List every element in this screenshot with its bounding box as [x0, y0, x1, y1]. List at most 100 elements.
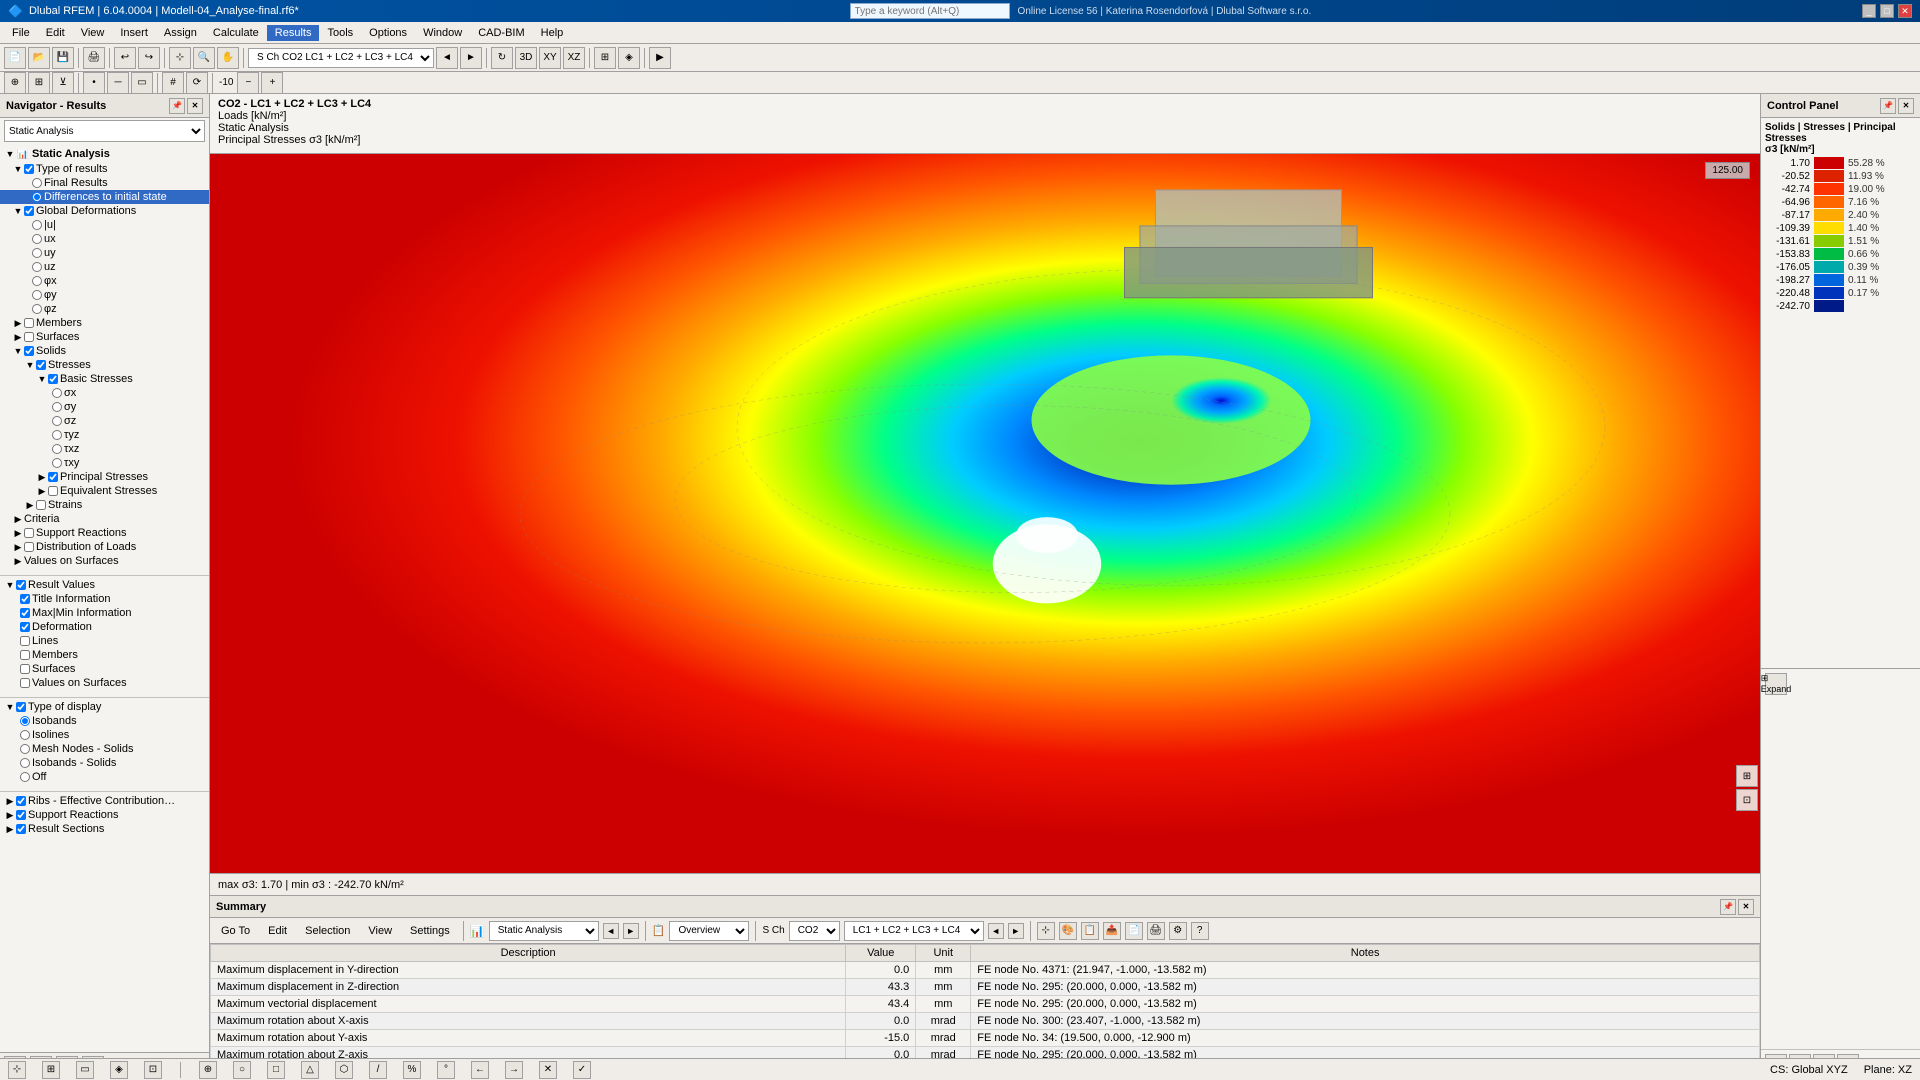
help-summary-btn[interactable]: ?	[1191, 922, 1209, 940]
stress-sy[interactable]: σy	[52, 400, 209, 414]
final-results-radio[interactable]	[32, 178, 42, 188]
view3d-button[interactable]: 3D	[515, 47, 537, 69]
solids-item[interactable]: ▼ Solids	[0, 344, 209, 358]
deformation-check[interactable]	[20, 622, 30, 632]
rotate-button[interactable]: ↻	[491, 47, 513, 69]
deform-uy-item[interactable]: uy	[32, 246, 209, 260]
members-check[interactable]	[24, 318, 34, 328]
basic-stresses-check[interactable]	[48, 374, 58, 384]
select-button[interactable]: ⊹	[169, 47, 191, 69]
deform-uz-radio[interactable]	[32, 262, 42, 272]
principal-stresses-item[interactable]: ▶ Principal Stresses	[0, 470, 209, 484]
deform-phix-item[interactable]: φx	[32, 274, 209, 288]
differences-item[interactable]: Differences to initial state	[0, 190, 209, 204]
stress-txz[interactable]: τxz	[52, 442, 209, 456]
nav-pin-button[interactable]: 📌	[169, 98, 185, 114]
stresses-check[interactable]	[36, 360, 46, 370]
menu-assign[interactable]: Assign	[156, 25, 205, 41]
status-btn10[interactable]: ⬡	[335, 1061, 353, 1079]
distrib-loads-check[interactable]	[24, 542, 34, 552]
deform-phiy-item[interactable]: φy	[32, 288, 209, 302]
distribution-loads-item[interactable]: ▶ Distribution of Loads	[0, 540, 209, 554]
tb2-zoomout[interactable]: −	[237, 72, 259, 94]
viewxz-button[interactable]: XZ	[563, 47, 585, 69]
close-button[interactable]: ✕	[1898, 4, 1912, 18]
summary-next-btn[interactable]: ►	[623, 923, 639, 939]
deform-phiy-radio[interactable]	[32, 290, 42, 300]
mesh-nodes-solids-radio[interactable]	[20, 744, 30, 754]
nav-support-check[interactable]	[16, 810, 26, 820]
lc-selector[interactable]: S Ch CO2 LC1 + LC2 + LC3 + LC4	[248, 48, 434, 68]
equivalent-stresses-item[interactable]: ▶ Equivalent Stresses	[0, 484, 209, 498]
view-menu[interactable]: View	[361, 923, 399, 939]
summary-pin-btn[interactable]: 📌	[1720, 899, 1736, 915]
isolines-radio[interactable]	[20, 730, 30, 740]
stresses-item[interactable]: ▼ Stresses	[0, 358, 209, 372]
vp-tool-1[interactable]: ⊞	[1736, 765, 1758, 787]
result-values-check[interactable]	[16, 580, 26, 590]
viewport[interactable]: 125.00 ⊞ ⊡	[210, 154, 1760, 873]
stress-sx[interactable]: σx	[52, 386, 209, 400]
deformation-item[interactable]: Deformation	[0, 620, 209, 634]
co2-dropdown[interactable]: CO2	[789, 921, 840, 941]
tb2-surfaces[interactable]: ▭	[131, 72, 153, 94]
status-btn1[interactable]: ⊹	[8, 1061, 26, 1079]
status-btn5[interactable]: ⊡	[144, 1061, 162, 1079]
export-btn[interactable]: 📤	[1103, 922, 1121, 940]
status-btn8[interactable]: □	[267, 1061, 285, 1079]
rv-values-check[interactable]	[20, 678, 30, 688]
search-input[interactable]	[850, 3, 1010, 19]
status-btn6[interactable]: ⊕	[199, 1061, 217, 1079]
rv-values-surfaces-item[interactable]: Values on Surfaces	[0, 676, 209, 690]
status-btn11[interactable]: /	[369, 1061, 387, 1079]
deform-phix-radio[interactable]	[32, 276, 42, 286]
off-radio[interactable]	[20, 772, 30, 782]
settings-btn[interactable]: ⚙	[1169, 922, 1187, 940]
strains-item[interactable]: ▶ Strains	[0, 498, 209, 512]
ribs-check[interactable]	[16, 796, 26, 806]
status-btn15[interactable]: →	[505, 1061, 523, 1079]
lc-prev-btn[interactable]: ◄	[988, 923, 1004, 939]
color-btn[interactable]: 🎨	[1059, 922, 1077, 940]
strains-check[interactable]	[36, 500, 46, 510]
deform-uz-item[interactable]: uz	[32, 260, 209, 274]
title-info-item[interactable]: Title Information	[0, 592, 209, 606]
lines-check[interactable]	[20, 636, 30, 646]
menu-file[interactable]: File	[4, 25, 38, 41]
status-btn2[interactable]: ⊞	[42, 1061, 60, 1079]
isobands-solids-radio[interactable]	[20, 758, 30, 768]
tb2-nodes[interactable]: •	[83, 72, 105, 94]
status-btn13[interactable]: °	[437, 1061, 455, 1079]
status-btn12[interactable]: %	[403, 1061, 421, 1079]
minimize-button[interactable]: _	[1862, 4, 1876, 18]
undo-button[interactable]: ↩	[114, 47, 136, 69]
goto-menu[interactable]: Go To	[214, 923, 257, 939]
menu-edit[interactable]: Edit	[38, 25, 73, 41]
summary-prev-btn[interactable]: ◄	[603, 923, 619, 939]
lc-next-btn[interactable]: ►	[1008, 923, 1024, 939]
status-btn17[interactable]: ✓	[573, 1061, 591, 1079]
type-display-check[interactable]	[16, 702, 26, 712]
menu-help[interactable]: Help	[533, 25, 572, 41]
render-button[interactable]: ◈	[618, 47, 640, 69]
tb2-cs[interactable]: ⟳	[186, 72, 208, 94]
expand-icon[interactable]: ▼	[4, 148, 16, 160]
solids-check[interactable]	[24, 346, 34, 356]
rv-members-item[interactable]: Members	[0, 648, 209, 662]
print-button[interactable]: 🖨	[83, 47, 105, 69]
stress-txy[interactable]: τxy	[52, 456, 209, 470]
cp-close-btn[interactable]: ✕	[1898, 98, 1914, 114]
principal-check[interactable]	[48, 472, 58, 482]
pan-button[interactable]: ✋	[217, 47, 239, 69]
deform-u-radio[interactable]	[32, 220, 42, 230]
table-btn[interactable]: 📋	[1081, 922, 1099, 940]
menu-window[interactable]: Window	[415, 25, 470, 41]
settings-menu[interactable]: Settings	[403, 923, 457, 939]
new-button[interactable]: 📄	[4, 47, 26, 69]
support-reactions-check[interactable]	[24, 528, 34, 538]
final-results-item[interactable]: Final Results	[0, 176, 209, 190]
rv-surfaces-item[interactable]: Surfaces	[0, 662, 209, 676]
maximize-button[interactable]: □	[1880, 4, 1894, 18]
vp-tool-2[interactable]: ⊡	[1736, 789, 1758, 811]
tb2-zoomin[interactable]: +	[261, 72, 283, 94]
